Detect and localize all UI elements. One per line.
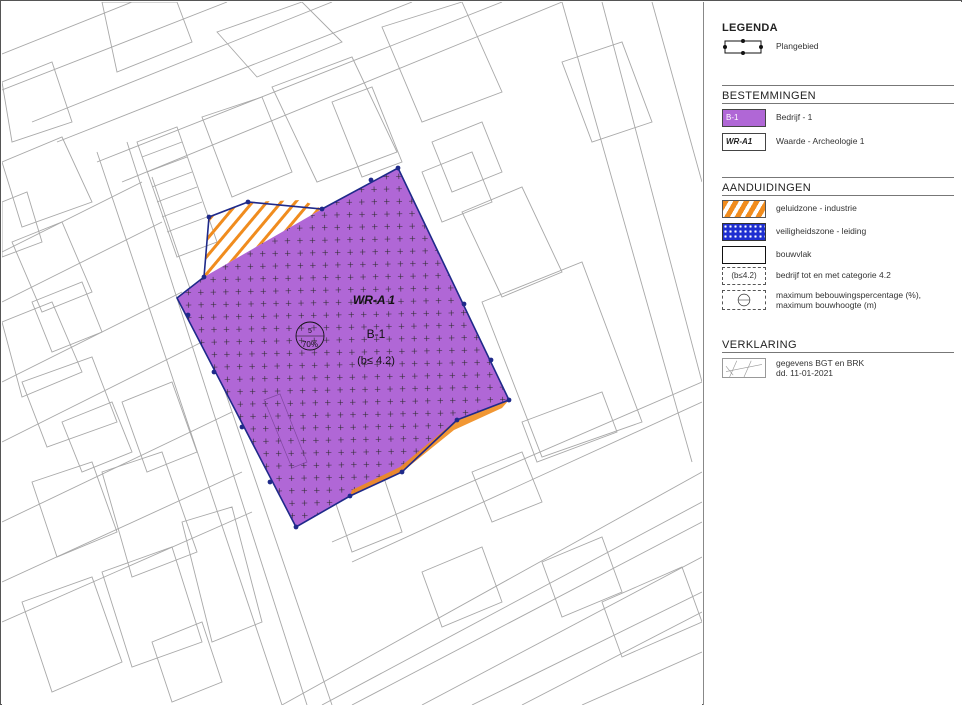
destination-label: B-1 bbox=[367, 327, 386, 341]
wra1-symbol: WR-A1 bbox=[722, 133, 766, 151]
legend-item-max-bebouwing: maximum bebouwingspercentage (%), maximu… bbox=[722, 290, 957, 312]
map-svg[interactable]: WR-A 1 B-1 (b≤ 4.2) 5 70% bbox=[2, 2, 702, 705]
geluidzone-symbol-icon bbox=[722, 200, 766, 218]
legend-item-plangebied: Plangebied bbox=[722, 38, 957, 58]
verklaring-label: gegevens BGT en BRK dd. 11-01-2021 bbox=[776, 358, 864, 378]
bestemmingen-header: BESTEMMINGEN bbox=[722, 90, 817, 102]
max-bebouwing-symbol-icon bbox=[722, 290, 766, 310]
veiligheidszone-symbol-icon bbox=[722, 223, 766, 241]
legend-divider bbox=[722, 195, 954, 196]
bedrijf-categorie-symbol: (b≤4.2) bbox=[722, 267, 766, 285]
legend-item-b1: B-1 Bedrijf - 1 bbox=[722, 109, 957, 129]
bedrijf-categorie-label: bedrijf tot en met categorie 4.2 bbox=[776, 270, 891, 280]
verklaring-header: VERKLARING bbox=[722, 339, 797, 351]
zone-label: WR-A 1 bbox=[353, 293, 396, 307]
plangebied-label: Plangebied bbox=[776, 41, 819, 51]
legend-title: LEGENDA bbox=[722, 22, 778, 34]
legend-item-bouwvlak: bouwvlak bbox=[722, 246, 957, 266]
legend-item-geluidzone: geluidzone - industrie bbox=[722, 200, 957, 220]
legend-item-bedrijf-categorie: (b≤4.2) bedrijf tot en met categorie 4.2 bbox=[722, 267, 957, 287]
legend-item-wra1: WR-A1 Waarde - Archeologie 1 bbox=[722, 133, 957, 153]
max-percentage-value: 70% bbox=[302, 340, 318, 349]
max-bebouwing-label-line1: maximum bebouwingspercentage (%), bbox=[776, 290, 922, 300]
category-label: (b≤ 4.2) bbox=[357, 355, 395, 367]
bgt-brk-symbol-icon bbox=[722, 358, 766, 378]
max-bebouwing-label: maximum bebouwingspercentage (%), maximu… bbox=[776, 290, 921, 310]
bouwvlak-label: bouwvlak bbox=[776, 249, 812, 259]
b1-label: Bedrijf - 1 bbox=[776, 112, 813, 122]
legend-divider bbox=[722, 85, 954, 86]
plangebied-symbol-icon bbox=[723, 39, 763, 55]
bouwvlak-symbol-icon bbox=[722, 246, 766, 264]
legend-divider bbox=[722, 177, 954, 178]
wra1-label: Waarde - Archeologie 1 bbox=[776, 136, 865, 146]
legend-divider bbox=[722, 103, 954, 104]
max-height-value: 5 bbox=[308, 328, 312, 335]
verklaring-line2: dd. 11-01-2021 bbox=[776, 368, 834, 378]
map-area[interactable]: WR-A 1 B-1 (b≤ 4.2) 5 70% bbox=[2, 2, 702, 705]
legend-divider bbox=[722, 352, 954, 353]
geluidzone-label: geluidzone - industrie bbox=[776, 203, 857, 213]
plan-map-frame: WR-A 1 B-1 (b≤ 4.2) 5 70% LEGENDA Plange… bbox=[0, 0, 963, 705]
legend-panel: LEGENDA Plangebied BESTEMMINGEN B-1 Bedr… bbox=[703, 2, 963, 705]
legend-item-veiligheidszone: veiligheidszone - leiding bbox=[722, 223, 957, 243]
b1-symbol: B-1 bbox=[722, 109, 766, 127]
verklaring-line1: gegevens BGT en BRK bbox=[776, 358, 865, 368]
aanduidingen-header: AANDUIDINGEN bbox=[722, 182, 812, 194]
max-bebouwing-label-line2: maximum bouwhoogte (m) bbox=[776, 300, 877, 310]
legend-item-verklaring: gegevens BGT en BRK dd. 11-01-2021 bbox=[722, 358, 957, 380]
veiligheidszone-label: veiligheidszone - leiding bbox=[776, 226, 867, 236]
